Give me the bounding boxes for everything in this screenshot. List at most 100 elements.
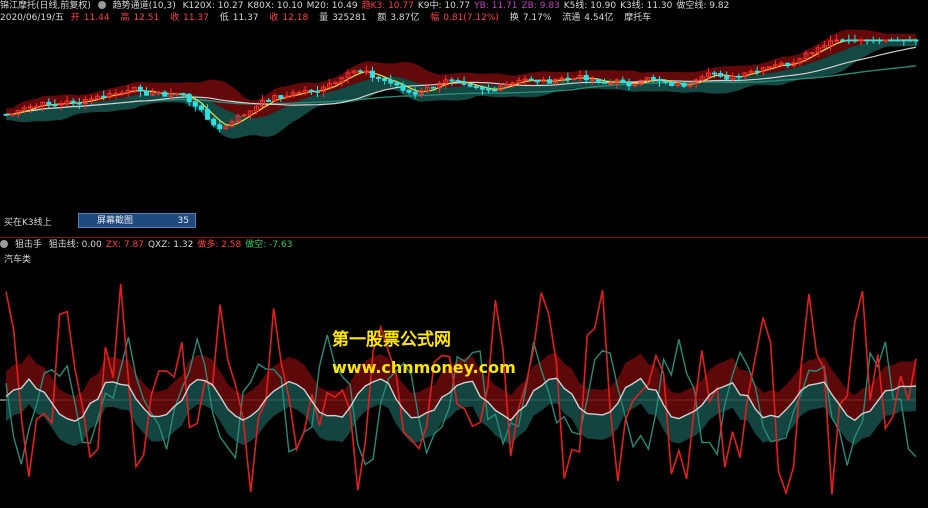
candle-body — [901, 39, 907, 42]
osc-green-line — [5, 334, 917, 466]
candle-body — [602, 81, 608, 84]
screenshot-button-label: 屏幕截图 — [97, 216, 134, 226]
candle-body — [198, 105, 204, 110]
candle-body — [626, 82, 632, 87]
candle-body — [162, 91, 168, 97]
osc-teal-area — [6, 378, 916, 447]
candle-body — [382, 77, 388, 81]
candle-body — [363, 70, 369, 73]
candle-body — [858, 39, 864, 42]
buy-k3-label: 买在K3线上 — [4, 218, 52, 228]
candle-body — [308, 89, 314, 92]
candle-body — [76, 102, 82, 105]
candle-body — [492, 89, 498, 92]
candle-body — [394, 82, 400, 86]
candle-body — [736, 75, 742, 78]
candle-body — [528, 78, 534, 81]
sub-value-2: QXZ: 1.32 — [147, 240, 194, 250]
candle-body — [467, 83, 473, 87]
sub-value-3: 做多: 2.58 — [197, 240, 242, 250]
candle-body — [406, 89, 412, 93]
screenshot-button[interactable]: 屏幕截图 35 — [78, 213, 196, 228]
candle-body — [681, 82, 687, 87]
candle-body — [9, 113, 15, 116]
sub-indicator-toggle-icon[interactable] — [0, 240, 8, 248]
candle-body — [400, 84, 406, 91]
candle-body — [608, 82, 614, 85]
osc-red-line — [5, 284, 917, 496]
candle-body — [89, 98, 95, 101]
sub-indicator-name[interactable]: 狙击手 — [15, 240, 42, 250]
candle-body — [669, 81, 675, 87]
candle-body — [186, 93, 192, 103]
candle-body — [907, 39, 913, 42]
sub-value-0: 狙击线: 0.00 — [48, 240, 102, 250]
sub-value-1: ZX: 7.87 — [105, 240, 144, 250]
candle-body — [369, 70, 375, 78]
candle-body — [473, 85, 479, 88]
candle-body — [376, 76, 382, 79]
candle-body — [711, 72, 717, 75]
candle-body — [724, 75, 730, 80]
panel-divider[interactable] — [0, 237, 928, 238]
candle-body — [137, 86, 143, 92]
candle-body — [870, 39, 876, 42]
candle-body — [357, 70, 363, 73]
candle-body — [834, 39, 840, 42]
candle-body — [595, 78, 601, 83]
candle-body — [663, 80, 669, 83]
candle-body — [565, 77, 571, 80]
candle-body — [754, 70, 760, 73]
candle-body — [455, 80, 461, 83]
candle-body — [278, 95, 284, 99]
candle-body — [143, 90, 149, 96]
candle-body — [882, 39, 888, 42]
candle-body — [241, 114, 247, 117]
candle-body — [192, 101, 198, 107]
candle-body — [46, 101, 52, 106]
candle-body — [589, 78, 595, 81]
candle-body — [846, 39, 852, 42]
sub-sector-name: 汽车类 — [4, 255, 32, 265]
candle-body — [34, 105, 40, 108]
candle-body — [840, 39, 846, 42]
candle-body — [479, 86, 485, 90]
candle-body — [180, 93, 186, 96]
osc-white-line — [5, 377, 917, 422]
main-chart[interactable] — [0, 0, 928, 237]
candle-body — [156, 91, 162, 94]
candle-body — [217, 124, 223, 130]
candle-body — [388, 79, 394, 84]
candle-body — [650, 77, 656, 80]
candle-body — [583, 74, 589, 80]
candle-body — [656, 78, 662, 82]
candle-body — [913, 39, 919, 42]
sub-header-row: 狙击手 狙击线: 0.00 ZX: 7.87 QXZ: 1.32 做多: 2.58 做空… — [0, 239, 300, 251]
candle-body — [205, 108, 211, 120]
candle-body — [864, 39, 870, 42]
candle-body — [431, 86, 437, 89]
sub-value-4: 做空: -7.63 — [245, 240, 293, 250]
candle-body — [296, 91, 302, 94]
candle-body — [852, 39, 858, 42]
screenshot-button-value: 35 — [177, 216, 189, 226]
candle-body — [3, 113, 9, 116]
candle-body — [266, 99, 272, 102]
candle-body — [174, 93, 180, 96]
candle-body — [718, 72, 724, 77]
candle-body — [895, 39, 901, 42]
candle-body — [461, 81, 467, 85]
watermark-url: www.chnmoney.com — [332, 358, 516, 377]
candle-body — [211, 118, 217, 126]
candle-body — [889, 39, 895, 42]
candle-body — [119, 92, 125, 95]
candle-body — [571, 78, 577, 81]
watermark-title: 第一股票公式网 — [332, 330, 451, 350]
candle-body — [412, 91, 418, 95]
candle-body — [876, 39, 882, 42]
candle-body — [809, 52, 815, 55]
candle-body — [534, 79, 540, 83]
candle-body — [485, 88, 491, 91]
candle-body — [113, 93, 119, 96]
sub-indicator-values: 狙击线: 0.00 ZX: 7.87 QXZ: 1.32 做多: 2.58 做空: -7… — [49, 240, 297, 250]
